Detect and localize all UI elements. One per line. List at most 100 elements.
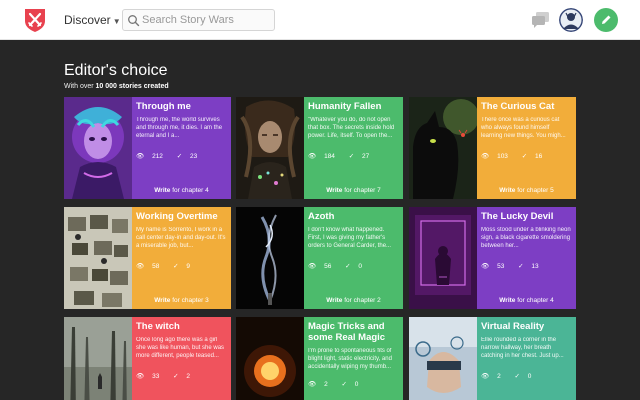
story-cover-image <box>409 97 477 199</box>
messages-icon[interactable] <box>531 11 551 29</box>
story-excerpt: "Whatever you do, do not open that box. … <box>308 117 395 139</box>
story-title: Working Overtime <box>136 211 218 222</box>
views-value: 2 <box>497 373 501 380</box>
votes-value: 0 <box>358 263 363 270</box>
section-title: Editor's choice <box>64 62 168 79</box>
write-chapter-link[interactable]: Write for chapter 5 <box>477 187 576 194</box>
votes-value: 0 <box>527 373 532 380</box>
chapter-label: for chapter 4 <box>172 187 209 194</box>
subtitle-prefix: With over <box>64 83 96 90</box>
story-card[interactable]: Humanity Fallen "Whatever you do, do not… <box>236 97 403 199</box>
story-card[interactable]: The Curious Cat There once was a curious… <box>409 97 576 199</box>
story-title: Through me <box>136 101 191 112</box>
views-count: 👁 56 <box>308 263 337 270</box>
story-cover-image <box>64 317 132 400</box>
eye-icon: 👁 <box>308 381 317 388</box>
write-chapter-link[interactable]: Write for chapter 2 <box>304 297 403 304</box>
story-cover-image <box>64 207 132 309</box>
story-card[interactable]: Working Overtime My name is Sorrento, I … <box>64 207 231 309</box>
check-icon: ✓ <box>341 381 347 388</box>
votes-value: 2 <box>186 373 191 380</box>
views-count: 👁 33 <box>136 373 165 380</box>
story-stats: 👁 184 ✓ 27 <box>308 152 381 160</box>
story-stats: 👁 2 ✓ 0 <box>308 380 370 388</box>
story-card[interactable]: Through me Through me, the world survive… <box>64 97 231 199</box>
eye-icon: 👁 <box>136 153 145 160</box>
check-icon: ✓ <box>514 373 520 380</box>
views-value: 58 <box>152 263 160 270</box>
eye-icon: 👁 <box>308 263 317 270</box>
story-title: The witch <box>136 321 180 332</box>
votes-value: 27 <box>362 153 370 160</box>
check-icon: ✓ <box>173 263 179 270</box>
pencil-icon <box>602 15 611 24</box>
user-avatar[interactable] <box>559 8 583 32</box>
story-stats: 👁 53 ✓ 13 <box>481 262 551 270</box>
write-label: Write <box>154 187 171 194</box>
write-label: Write <box>499 187 516 194</box>
check-icon: ✓ <box>521 153 528 160</box>
story-card[interactable]: Azoth I don't know what happened. First,… <box>236 207 403 309</box>
write-chapter-link[interactable]: Write for chapter 4 <box>132 187 231 194</box>
story-excerpt: I don't know what happened. First, I was… <box>308 227 392 249</box>
views-count: 👁 2 <box>481 373 507 380</box>
story-excerpt: Once long ago there was a girl she was l… <box>136 337 225 359</box>
story-card[interactable]: The Lucky Devil Moss stood under a blink… <box>409 207 576 309</box>
eye-icon: 👁 <box>136 263 145 270</box>
views-value: 184 <box>324 153 335 160</box>
chapter-label: for chapter 2 <box>344 297 381 304</box>
story-cover-image <box>236 317 304 400</box>
story-title: The Curious Cat <box>481 101 555 112</box>
story-cover-image <box>236 207 304 309</box>
views-count: 👁 103 <box>481 153 514 160</box>
story-cover-image <box>409 207 477 309</box>
story-title: Magic Tricks and some Real Magic <box>308 321 386 343</box>
search-box[interactable] <box>122 9 275 31</box>
votes-count: ✓ 9 <box>173 263 196 270</box>
votes-count: ✓ 16 <box>522 153 549 160</box>
eye-icon: 👁 <box>481 153 490 160</box>
votes-count: ✓ 2 <box>173 373 196 380</box>
discover-menu[interactable]: Discover ▼ <box>64 13 121 27</box>
views-count: 👁 2 <box>308 381 334 388</box>
story-card[interactable]: Magic Tricks and some Real Magic I'm pro… <box>236 317 403 400</box>
story-wars-logo-icon[interactable] <box>22 7 48 33</box>
story-stats: 👁 58 ✓ 9 <box>136 262 202 270</box>
eye-icon: 👁 <box>308 153 317 160</box>
story-title: Azoth <box>308 211 335 222</box>
views-count: 👁 53 <box>481 263 510 270</box>
views-count: 👁 58 <box>136 263 165 270</box>
write-chapter-link[interactable]: Write for chapter 4 <box>477 297 576 304</box>
story-excerpt: There once was a curious cat who always … <box>481 117 566 139</box>
write-chapter-link[interactable]: Write for chapter 3 <box>132 297 231 304</box>
story-stats: 👁 103 ✓ 16 <box>481 152 554 160</box>
new-story-button[interactable] <box>594 8 618 32</box>
eye-icon: 👁 <box>481 263 490 270</box>
story-stats: 👁 212 ✓ 23 <box>136 152 209 160</box>
votes-value: 13 <box>531 263 539 270</box>
views-value: 212 <box>152 153 163 160</box>
votes-count: ✓ 27 <box>349 153 376 160</box>
check-icon: ✓ <box>518 263 524 270</box>
check-icon: ✓ <box>173 373 179 380</box>
story-cover-image <box>236 97 304 199</box>
discover-label: Discover <box>64 13 111 27</box>
votes-value: 0 <box>354 381 359 388</box>
search-input[interactable] <box>142 12 272 28</box>
eye-icon: 👁 <box>481 373 490 380</box>
votes-count: ✓ 0 <box>345 263 368 270</box>
votes-count: ✓ 0 <box>342 381 365 388</box>
votes-value: 9 <box>186 263 191 270</box>
votes-count: ✓ 23 <box>177 153 204 160</box>
story-card[interactable]: Virtual Reality Ellie rounded a corner i… <box>409 317 576 400</box>
write-chapter-link[interactable]: Write for chapter 7 <box>304 187 403 194</box>
check-icon: ✓ <box>176 153 183 160</box>
chapter-label: for chapter 4 <box>517 297 554 304</box>
story-card[interactable]: The witch Once long ago there was a girl… <box>64 317 231 400</box>
write-label: Write <box>326 297 343 304</box>
votes-value: 16 <box>535 153 543 160</box>
check-icon: ✓ <box>348 153 355 160</box>
story-cover-image <box>409 317 477 400</box>
chapter-label: for chapter 5 <box>517 187 554 194</box>
write-label: Write <box>154 297 171 304</box>
